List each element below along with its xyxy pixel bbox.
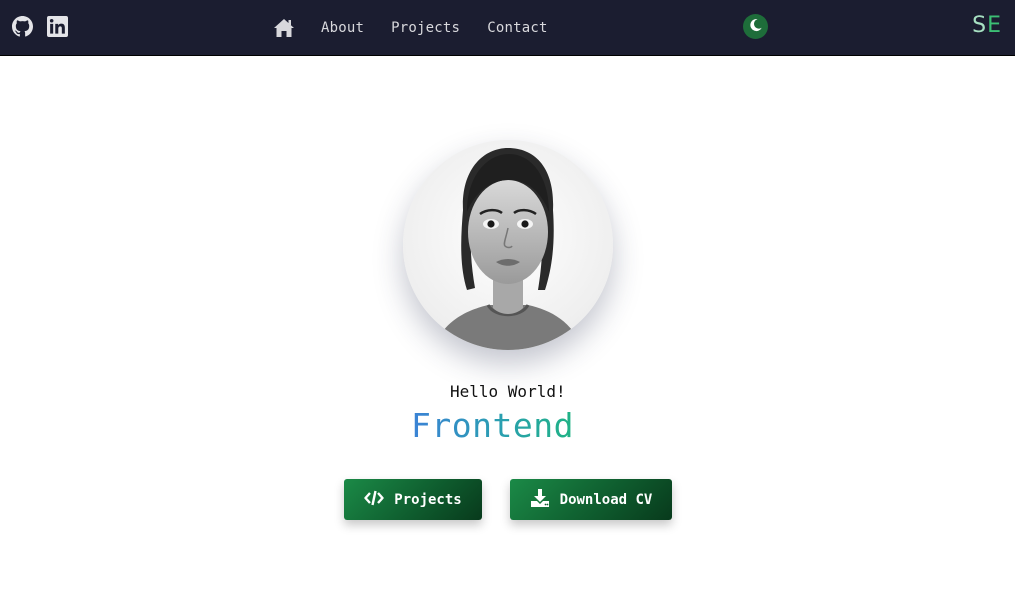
logo-letter-first: S bbox=[972, 13, 988, 38]
nav-link-about[interactable]: About bbox=[321, 20, 364, 36]
download-icon bbox=[530, 488, 550, 512]
github-icon[interactable] bbox=[12, 16, 33, 37]
nav-link-contact[interactable]: Contact bbox=[487, 20, 547, 36]
theme-toggle-button[interactable] bbox=[743, 14, 768, 39]
profile-avatar bbox=[403, 140, 613, 350]
role-title: Frontend bbox=[411, 406, 574, 445]
download-cv-button-label: Download CV bbox=[559, 491, 653, 508]
download-cv-button[interactable]: Download CV bbox=[510, 479, 672, 520]
home-icon[interactable] bbox=[273, 18, 295, 38]
projects-button[interactable]: Projects bbox=[344, 479, 482, 520]
code-icon bbox=[364, 490, 384, 510]
linkedin-icon[interactable] bbox=[47, 16, 68, 37]
main-nav: About Projects Contact bbox=[273, 0, 575, 56]
projects-button-label: Projects bbox=[394, 491, 462, 508]
nav-link-projects[interactable]: Projects bbox=[391, 20, 460, 36]
logo-letter-second: E bbox=[987, 13, 1002, 38]
site-logo[interactable]: SE bbox=[972, 13, 1002, 38]
moon-icon bbox=[749, 17, 763, 36]
navbar: About Projects Contact SE bbox=[0, 0, 1015, 56]
social-links bbox=[12, 16, 68, 37]
greeting-text: Hello World! bbox=[450, 382, 566, 401]
